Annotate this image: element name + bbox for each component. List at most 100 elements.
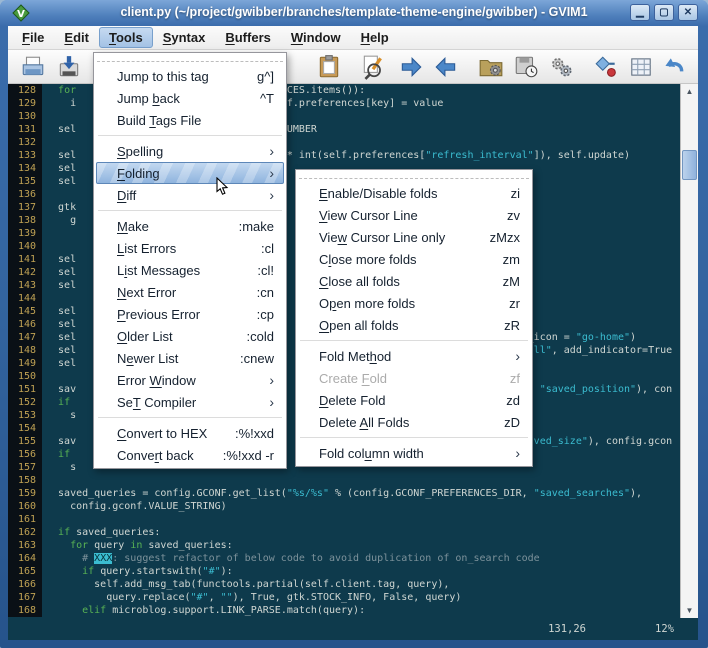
menu-item-label: Next Error	[117, 284, 177, 300]
tools-menu-item-set-compiler[interactable]: SeT Compiler ›	[96, 391, 284, 413]
scroll-up-arrow-icon[interactable]: ▲	[681, 84, 698, 99]
menubar-item-buffers[interactable]: Buffers	[215, 27, 281, 48]
code-text: if query.startswith("#"):	[82, 566, 233, 577]
tearoff-handle[interactable]	[97, 55, 283, 62]
folding-menu-item-enable-disable-folds[interactable]: Enable/Disable folds zi	[298, 182, 530, 204]
tools-menu-item-jump-back[interactable]: Jump back ^T	[96, 87, 284, 109]
folding-menu-item-fold-method[interactable]: Fold Method ›	[298, 345, 530, 367]
code-line: 158	[8, 474, 680, 487]
paste-icon[interactable]	[316, 54, 342, 80]
tools-menu-item-convert-back[interactable]: Convert back:%!xxd -r	[96, 444, 284, 466]
tools-menu-item-next-error[interactable]: Next Error :cn	[96, 281, 284, 303]
line-number: 160	[8, 500, 42, 513]
tag-jump-icon[interactable]	[660, 54, 686, 80]
code-line: 163 for query in saved_queries:	[8, 539, 680, 552]
menu-item-shortcut: zv	[507, 207, 520, 223]
menu-item-label: Fold Method	[319, 348, 392, 364]
code-text: query.replace("#", ""), True, gtk.STOCK_…	[46, 592, 462, 603]
line-number: 141	[8, 253, 42, 266]
line-number: 167	[8, 591, 42, 604]
tools-menu-item-spelling[interactable]: Spelling ›	[96, 140, 284, 162]
line-number: 132	[8, 136, 42, 149]
menubar-item-file[interactable]: File	[12, 27, 54, 48]
code-text: saved_queries = config.GCONF.get_list("%…	[46, 488, 643, 499]
code-text: sel	[46, 163, 77, 174]
tools-menu-item-previous-error[interactable]: Previous Error:cp	[96, 303, 284, 325]
tools-menu-item-diff[interactable]: Diff ›	[96, 184, 284, 206]
tools-menu-item-jump-to-this-tag[interactable]: Jump to this tag g^]	[96, 65, 284, 87]
tearoff-handle[interactable]	[299, 172, 529, 179]
folding-menu-item-create-fold[interactable]: Create Fold zf	[298, 367, 530, 389]
scroll-percentage: 12%	[655, 623, 674, 635]
tools-menu-item-newer-list[interactable]: Newer List:cnew	[96, 347, 284, 369]
menubar-item-edit[interactable]: Edit	[54, 27, 99, 48]
code-line: 159 saved_queries = config.GCONF.get_lis…	[8, 487, 680, 500]
line-number: 168	[8, 604, 42, 617]
tools-menu-item-convert-to-hex[interactable]: Convert to HEX :%!xxd	[96, 422, 284, 444]
line-number: 150	[8, 370, 42, 383]
menu-item-label: Convert to HEX	[117, 425, 208, 441]
folding-submenu: Enable/Disable folds zi View Cursor Line zv…	[295, 169, 533, 467]
menubar-item-help[interactable]: Help	[351, 27, 399, 48]
tools-menu-item-folding[interactable]: Folding ›	[96, 162, 284, 184]
submenu-arrow-icon: ›	[269, 187, 274, 203]
build-tags-icon[interactable]	[628, 54, 654, 80]
tools-menu-item-older-list[interactable]: Older List:cold	[96, 325, 284, 347]
close-button[interactable]: ✕	[678, 4, 698, 21]
make-icon[interactable]	[593, 54, 619, 80]
tools-menu-item-make[interactable]: Make:make	[96, 215, 284, 237]
scrollbar-thumb[interactable]	[682, 150, 697, 180]
code-line: 162 if saved_queries:	[8, 526, 680, 539]
line-number: 162	[8, 526, 42, 539]
run-script-icon[interactable]	[548, 54, 574, 80]
folding-menu-item-close-all-folds[interactable]: Close all folds zM	[298, 270, 530, 292]
code-text: sel	[46, 306, 77, 317]
vertical-scrollbar[interactable]: ▲ ▼	[680, 84, 698, 618]
menubar-item-tools[interactable]: Tools	[98, 27, 153, 48]
line-number: 156	[8, 448, 42, 461]
scroll-down-arrow-icon[interactable]: ▼	[681, 603, 698, 618]
tools-menu-item-build-tags-file[interactable]: Build Tags File	[96, 109, 284, 131]
find-replace-icon[interactable]	[360, 54, 386, 80]
code-text: if	[58, 449, 71, 460]
session-load-icon[interactable]	[478, 54, 504, 80]
folding-menu-item-open-all-folds[interactable]: Open all folds zR	[298, 314, 530, 336]
menu-item-shortcut: zd	[506, 392, 520, 408]
find-next-icon[interactable]	[398, 54, 424, 80]
folding-menu-item-open-more-folds[interactable]: Open more folds zr	[298, 292, 530, 314]
line-number: 157	[8, 461, 42, 474]
code-text: gtk	[46, 202, 77, 213]
find-prev-icon[interactable]	[433, 54, 459, 80]
folding-menu-item-delete-fold[interactable]: Delete Fold zd	[298, 389, 530, 411]
save-file-icon[interactable]	[56, 54, 82, 80]
tools-menu-item-list-messages[interactable]: List Messages:cl!	[96, 259, 284, 281]
menu-item-shortcut: g^]	[257, 68, 274, 84]
tools-menu-item-list-errors[interactable]: List Errors:cl	[96, 237, 284, 259]
folding-menu-item-view-cursor-line-only[interactable]: View Cursor Line only zMzx	[298, 226, 530, 248]
submenu-arrow-icon: ›	[269, 165, 274, 181]
folding-menu-item-delete-all-folds[interactable]: Delete All Folds zD	[298, 411, 530, 433]
folding-menu-item-fold-column-width[interactable]: Fold column width ›	[298, 442, 530, 464]
line-number: 164	[8, 552, 42, 565]
menubar-item-syntax[interactable]: Syntax	[153, 27, 216, 48]
menu-item-label: Create Fold	[319, 370, 387, 386]
maximize-button[interactable]: ▢	[654, 4, 674, 21]
menubar-item-window[interactable]: Window	[281, 27, 351, 48]
tools-menu-item-error-window[interactable]: Error Window ›	[96, 369, 284, 391]
folding-menu-item-view-cursor-line[interactable]: View Cursor Line zv	[298, 204, 530, 226]
titlebar: V client.py (~/project/gwibber/branches/…	[0, 0, 708, 26]
menu-item-shortcut: :cn	[256, 284, 274, 300]
cursor-position: 131,26	[548, 623, 586, 635]
menu-item-shortcut: zf	[509, 370, 520, 386]
menu-item-label: Newer List	[117, 350, 179, 366]
line-number: 149	[8, 357, 42, 370]
folding-menu-item-close-more-folds[interactable]: Close more folds zm	[298, 248, 530, 270]
session-save-icon[interactable]	[513, 54, 539, 80]
open-file-icon[interactable]	[20, 54, 46, 80]
menu-item-shortcut: :%!xxd -r	[222, 447, 274, 463]
menu-item-shortcut: :%!xxd	[234, 425, 274, 441]
minimize-button[interactable]: ▁	[630, 4, 650, 21]
